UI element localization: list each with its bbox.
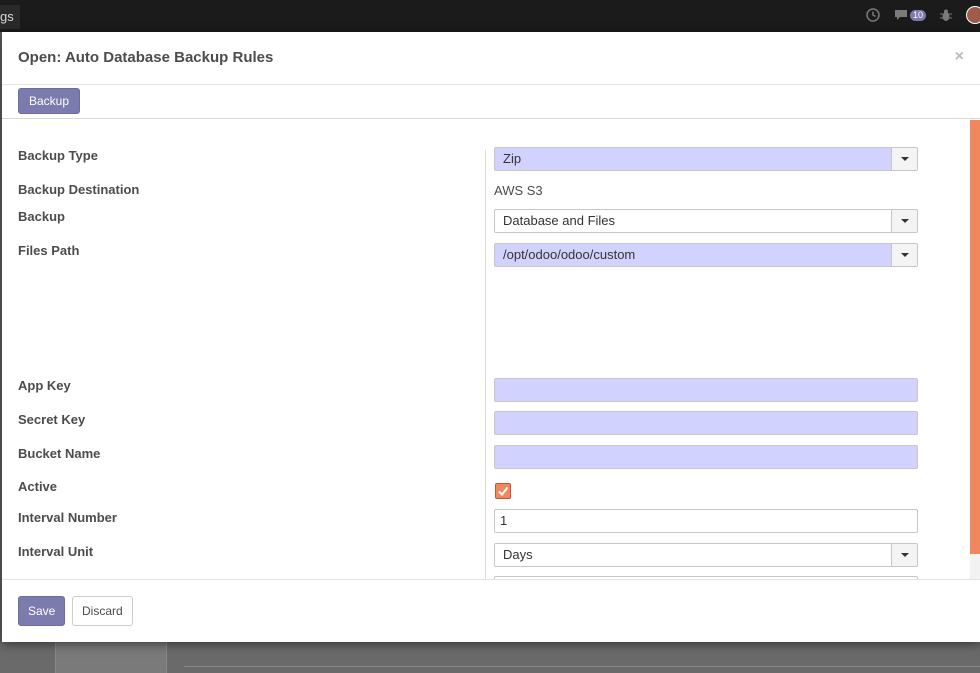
bucket-name-input[interactable]: [494, 445, 918, 469]
top-navbar: gs 10: [0, 0, 980, 32]
backup-label: Backup: [18, 209, 65, 224]
chevron-down-icon[interactable]: [891, 244, 917, 266]
interval-number-input[interactable]: 1: [494, 509, 918, 533]
backup-type-select[interactable]: Zip: [494, 147, 918, 171]
interval-number-label: Interval Number: [18, 510, 117, 525]
scrollbar-thumb[interactable]: [970, 120, 980, 554]
interval-unit-value: Days: [503, 547, 533, 562]
column-divider: [485, 150, 486, 579]
backup-destination-label: Backup Destination: [18, 182, 140, 197]
interval-unit-select[interactable]: Days: [494, 543, 918, 567]
backup-destination-value: AWS S3: [494, 183, 543, 198]
backup-select[interactable]: Database and Files: [494, 209, 918, 233]
bug-icon[interactable]: [938, 7, 954, 23]
interval-unit-label: Interval Unit: [18, 544, 94, 559]
files-path-select[interactable]: /opt/odoo/odoo/custom: [494, 243, 918, 267]
bucket-name-label: Bucket Name: [18, 446, 101, 461]
discard-button[interactable]: Discard: [72, 596, 133, 626]
backup-type-label: Backup Type: [18, 148, 98, 163]
close-icon[interactable]: ×: [955, 48, 964, 66]
backup-type-value: Zip: [503, 151, 522, 166]
secret-key-input[interactable]: [494, 411, 918, 435]
chat-icon: [893, 7, 909, 23]
messages-count-badge: 10: [909, 9, 926, 21]
files-path-label: Files Path: [18, 243, 80, 258]
save-button[interactable]: Save: [18, 596, 66, 626]
app-key-label: App Key: [18, 378, 71, 393]
messaging-menu[interactable]: 10: [893, 7, 926, 23]
clock-icon[interactable]: [865, 7, 881, 23]
files-path-value: /opt/odoo/odoo/custom: [503, 247, 636, 262]
chevron-down-icon[interactable]: [891, 148, 917, 170]
form-statusbar: Backup: [2, 85, 980, 119]
backup-value: Database and Files: [503, 213, 616, 228]
chevron-down-icon[interactable]: [891, 544, 917, 566]
background-divider: [184, 666, 980, 667]
form-body[interactable]: Backup Type Zip Backup Destination AWS S…: [2, 120, 980, 579]
active-checkbox[interactable]: [495, 483, 511, 499]
background-column: [55, 642, 167, 673]
user-avatar[interactable]: [966, 6, 980, 24]
dialog-footer: Save Discard: [2, 579, 980, 642]
app-key-input[interactable]: [494, 378, 918, 402]
active-label: Active: [18, 479, 58, 494]
backup-rules-dialog: Open: Auto Database Backup Rules × Backu…: [2, 32, 980, 642]
chevron-down-icon[interactable]: [891, 210, 917, 232]
dialog-title: Open: Auto Database Backup Rules: [18, 49, 274, 66]
check-icon: [498, 486, 509, 497]
app-menu-crumb[interactable]: gs: [0, 5, 20, 29]
scrollbar-track[interactable]: [970, 120, 980, 579]
secret-key-label: Secret Key: [18, 412, 86, 427]
dialog-header: Open: Auto Database Backup Rules ×: [2, 32, 980, 85]
backup-button[interactable]: Backup: [18, 88, 81, 114]
systray: 10: [865, 6, 980, 24]
